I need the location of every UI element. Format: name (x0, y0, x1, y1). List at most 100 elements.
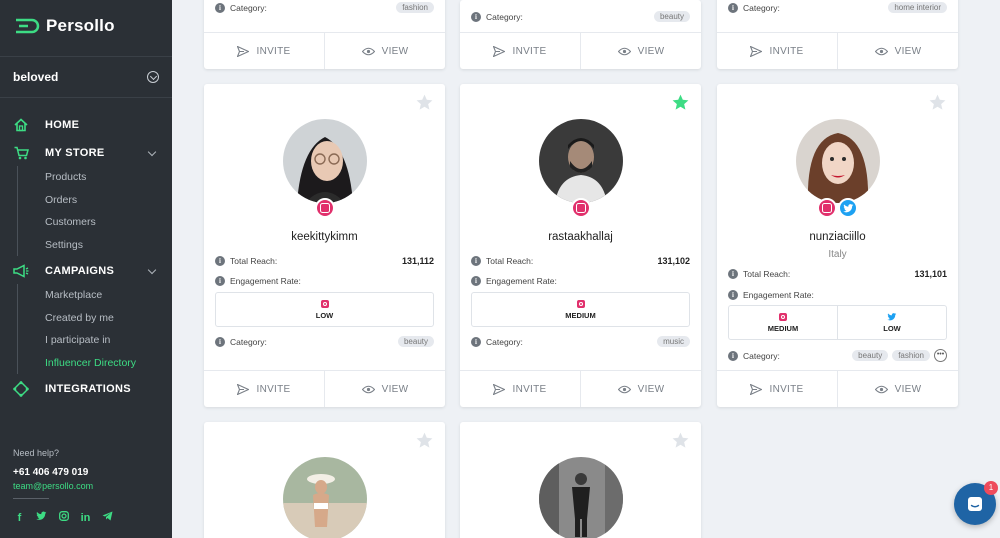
star-icon[interactable] (671, 431, 690, 450)
sidebar-item-influencer-directory[interactable]: Influencer Directory (18, 352, 136, 375)
category-label: Category: (230, 2, 267, 13)
influencer-card: keekittykimm i Total Reach: 131,112 i En… (204, 84, 445, 407)
eye-icon (874, 47, 888, 55)
facebook-icon[interactable]: f (13, 512, 26, 524)
info-icon: i (728, 350, 738, 361)
sidebar-item-products[interactable]: Products (18, 166, 96, 189)
engagement-cell: LOW (837, 306, 946, 339)
star-icon[interactable] (671, 93, 690, 112)
more-icon[interactable]: ••• (934, 349, 947, 362)
tag-list: beauty (653, 11, 690, 22)
total-reach-label: Total Reach: (486, 256, 534, 266)
card-actions: INVITE VIEW (204, 32, 445, 69)
info-icon: i (215, 276, 225, 286)
total-reach-label: Total Reach: (743, 269, 791, 279)
total-reach-value: 131,102 (657, 256, 690, 266)
influencer-card: nunziaciillo Italy i Total Reach: 131,10… (717, 84, 958, 407)
invite-button[interactable]: INVITE (460, 33, 580, 69)
category-label: Category: (743, 2, 780, 13)
sidebar-item-i-participate-in[interactable]: I participate in (18, 329, 136, 352)
help-phone[interactable]: +61 406 479 019 (13, 467, 114, 478)
nav-integrations[interactable]: INTEGRATIONS (13, 381, 159, 397)
send-icon (237, 383, 250, 395)
avatar[interactable] (538, 457, 623, 538)
chevron-down-icon (147, 265, 157, 274)
help-email[interactable]: team@persollo.com (13, 481, 114, 491)
view-button[interactable]: VIEW (580, 371, 701, 407)
instagram-icon (320, 299, 329, 308)
store-submenu: Products Orders Customers Settings (17, 166, 96, 257)
influencer-card: i Category: beauty INVITE VIEW (460, 0, 701, 69)
engagement-box: MEDIUM LOW (728, 305, 947, 340)
platform-badges (204, 198, 445, 218)
avatar[interactable] (538, 119, 623, 203)
influencer-card (460, 422, 701, 538)
engagement-row: i Engagement Rate: (215, 276, 434, 286)
star-icon[interactable] (928, 93, 947, 112)
instagram-icon[interactable] (57, 511, 70, 524)
category-row: i Category: beauty (471, 11, 690, 22)
invite-button[interactable]: INVITE (204, 33, 324, 69)
card-actions: INVITE VIEW (717, 370, 958, 407)
category-tag: beauty (397, 336, 434, 347)
view-button[interactable]: VIEW (324, 33, 445, 69)
avatar[interactable] (282, 457, 367, 538)
telegram-icon[interactable] (101, 511, 114, 524)
username[interactable]: nunziaciillo (717, 231, 958, 243)
campaigns-submenu: Marketplace Created by me I participate … (17, 284, 136, 375)
total-reach-row: i Total Reach: 131,102 (471, 256, 690, 266)
category-row: i Category: beauty (215, 336, 434, 347)
star-icon[interactable] (415, 93, 434, 112)
category-label: Category: (230, 336, 267, 347)
star-icon[interactable] (415, 431, 434, 450)
view-button[interactable]: VIEW (837, 371, 958, 407)
invite-button[interactable]: INVITE (460, 371, 580, 407)
send-icon (750, 45, 763, 57)
view-label: VIEW (637, 383, 665, 395)
username[interactable]: rastaakhallaj (460, 231, 701, 243)
category-tag: fashion (892, 350, 930, 361)
sidebar-item-created-by-me[interactable]: Created by me (18, 307, 136, 330)
invite-button[interactable]: INVITE (717, 371, 837, 407)
linkedin-icon[interactable]: in (79, 512, 92, 524)
invite-button[interactable]: INVITE (204, 371, 324, 407)
engagement-value: LOW (883, 323, 901, 333)
avatar[interactable] (282, 119, 367, 203)
nav-home[interactable]: HOME (13, 118, 159, 132)
nav-campaigns[interactable]: CAMPAIGNS (13, 264, 159, 278)
store-name: beloved (13, 70, 59, 84)
view-button[interactable]: VIEW (580, 33, 701, 69)
invite-button[interactable]: INVITE (717, 33, 837, 69)
view-button[interactable]: VIEW (837, 33, 958, 69)
sidebar-item-customers[interactable]: Customers (18, 211, 96, 234)
category-tag: fashion (396, 2, 434, 13)
engagement-value: MEDIUM (767, 323, 799, 333)
view-button[interactable]: VIEW (324, 371, 445, 407)
info-icon: i (471, 336, 481, 347)
tag-list: beauty (397, 336, 434, 347)
category-row: i Category: beauty fashion ••• (728, 349, 947, 362)
influencer-card: rastaakhallaj i Total Reach: 131,102 i E… (460, 84, 701, 407)
instagram-icon (314, 198, 335, 218)
engagement-label: Engagement Rate: (486, 276, 557, 286)
store-selector[interactable]: beloved (0, 56, 172, 98)
platform-badges (460, 198, 701, 218)
eye-icon (617, 385, 631, 393)
category-label: Category: (486, 336, 523, 347)
username[interactable]: keekittykimm (204, 231, 445, 243)
instagram-icon (570, 198, 591, 218)
view-label: VIEW (381, 45, 409, 57)
notification-badge: 1 (984, 481, 998, 495)
category-tag: beauty (653, 11, 690, 22)
avatar[interactable] (795, 119, 880, 203)
engagement-row: i Engagement Rate: (471, 276, 690, 286)
sidebar-item-marketplace[interactable]: Marketplace (18, 284, 136, 307)
sidebar-item-settings[interactable]: Settings (18, 234, 96, 257)
view-label: VIEW (894, 383, 922, 395)
nav-my-store[interactable]: MY STORE (13, 146, 159, 160)
twitter-icon[interactable] (35, 511, 48, 524)
card-actions: INVITE VIEW (460, 32, 701, 69)
sidebar-item-orders[interactable]: Orders (18, 189, 96, 212)
logo[interactable]: Persollo (14, 16, 115, 36)
card-actions: INVITE VIEW (460, 370, 701, 407)
